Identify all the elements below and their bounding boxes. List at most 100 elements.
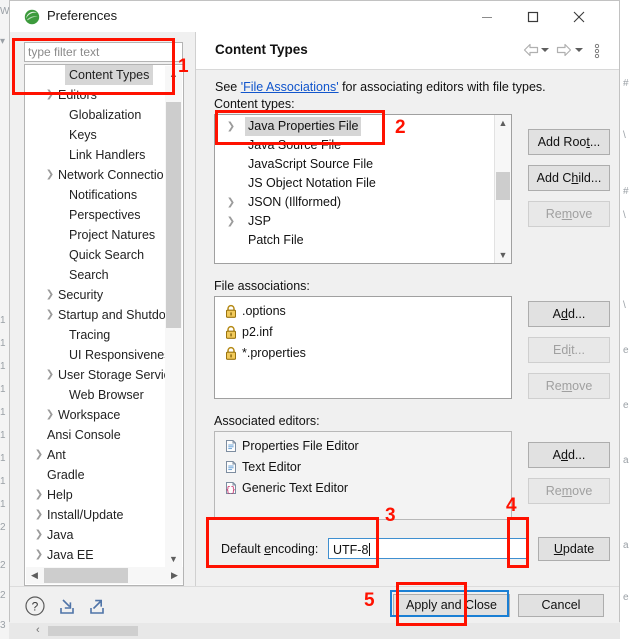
content-type-row[interactable]: JS Object Notation File <box>215 174 495 193</box>
associated-editor-row[interactable]: Properties File Editor <box>215 436 505 457</box>
sidebar-item-content-types[interactable]: Content Types <box>25 65 166 85</box>
sidebar-item-install-update[interactable]: ❯ Install/Update <box>25 505 166 525</box>
chevron-right-icon[interactable]: ❯ <box>33 545 45 565</box>
sidebar-item-network-connectio[interactable]: ❯ Network Connectio <box>25 165 166 185</box>
file-associations-add-button[interactable]: Add... <box>528 301 610 327</box>
file-association-row[interactable]: .options <box>215 301 505 322</box>
filter-input[interactable]: type filter text <box>24 42 183 62</box>
sidebar-item-keys[interactable]: Keys <box>25 125 166 145</box>
sidebar-item-link-handlers[interactable]: Link Handlers <box>25 145 166 165</box>
chevron-right-icon[interactable]: ❯ <box>44 365 56 385</box>
content-types-add-root-button[interactable]: Add Root... <box>528 129 610 155</box>
chevron-right-icon[interactable]: ❯ <box>44 305 56 325</box>
back-arrow-icon <box>523 43 539 57</box>
associated-editor-row[interactable]: {} Generic Text Editor <box>215 478 505 499</box>
chevron-right-icon[interactable]: ❯ <box>225 117 237 136</box>
import-button[interactable] <box>56 595 78 620</box>
sidebar-item-ui-responsiveness[interactable]: UI Responsiveness <box>25 345 166 365</box>
sidebar-item-label: Keys <box>69 128 97 142</box>
sidebar-item-ansi-console[interactable]: Ansi Console <box>25 425 166 445</box>
content-type-row[interactable]: JavaScript Source File <box>215 155 495 174</box>
scrollbar-thumb[interactable] <box>496 172 510 200</box>
sidebar-item-java-ee[interactable]: ❯ Java EE <box>25 545 166 565</box>
scrollbar-thumb[interactable] <box>166 102 181 328</box>
file-association-row[interactable]: p2.inf <box>215 322 505 343</box>
back-button[interactable] <box>523 43 539 60</box>
associated-editors-add-button[interactable]: Add... <box>528 442 610 468</box>
sidebar-item-startup-and-shutdo[interactable]: ❯ Startup and Shutdo <box>25 305 166 325</box>
scroll-right-icon[interactable]: ▶ <box>166 567 183 584</box>
description-prefix: See <box>215 80 241 94</box>
maximize-button[interactable] <box>510 1 556 32</box>
content-type-row[interactable]: Patch File <box>215 231 495 250</box>
export-button[interactable] <box>86 595 108 620</box>
associated-editors-listbox[interactable]: Properties File Editor Text Editor {} Gener… <box>214 431 512 520</box>
sidebar-item-notifications[interactable]: Notifications <box>25 185 166 205</box>
preferences-tree[interactable]: Content Types ❯ Editors Globalization Keys Li… <box>24 64 184 586</box>
associated-editor-label: Properties File Editor <box>242 439 359 453</box>
tree-vertical-scrollbar[interactable]: ▲ ▼ <box>165 66 182 568</box>
content-type-row[interactable]: ❯ JSON (Illformed) <box>215 193 495 212</box>
forward-dropdown-icon[interactable] <box>575 48 583 52</box>
sidebar-item-workspace[interactable]: ❯ Workspace <box>25 405 166 425</box>
tree-horizontal-scrollbar[interactable]: ◀ ▶ <box>26 567 183 584</box>
scroll-up-icon[interactable]: ▲ <box>495 115 511 131</box>
minimize-button[interactable] <box>464 1 510 32</box>
chevron-right-icon[interactable]: ❯ <box>33 525 45 545</box>
chevron-right-icon[interactable]: ❯ <box>44 285 56 305</box>
sidebar-item-java[interactable]: ❯ Java <box>25 525 166 545</box>
chevron-right-icon[interactable]: ❯ <box>44 165 56 185</box>
chevron-right-icon[interactable]: ❯ <box>33 505 45 525</box>
sidebar-item-project-natures[interactable]: Project Natures <box>25 225 166 245</box>
scroll-down-icon[interactable]: ▼ <box>495 247 511 263</box>
scroll-up-icon[interactable]: ▲ <box>165 66 182 83</box>
update-button[interactable]: Update <box>538 537 610 561</box>
sidebar-item-tracing[interactable]: Tracing <box>25 325 166 345</box>
sidebar-item-label: Globalization <box>69 108 142 122</box>
sidebar-item-quick-search[interactable]: Quick Search <box>25 245 166 265</box>
forward-button[interactable] <box>556 43 572 60</box>
file-associations-link[interactable]: 'File Associations' <box>241 80 339 94</box>
scroll-left-icon[interactable]: ◀ <box>26 567 43 584</box>
content-types-add-child-button[interactable]: Add Child... <box>528 165 610 191</box>
default-encoding-input[interactable]: UTF-8 <box>328 538 528 559</box>
sidebar-item-security[interactable]: ❯ Security <box>25 285 166 305</box>
sidebar-item-web-browser[interactable]: Web Browser <box>25 385 166 405</box>
sidebar-item-editors[interactable]: ❯ Editors <box>25 85 166 105</box>
cancel-button[interactable]: Cancel <box>518 594 604 617</box>
sidebar-item-perspectives[interactable]: Perspectives <box>25 205 166 225</box>
sidebar-item-gradle[interactable]: Gradle <box>25 465 166 485</box>
scroll-down-icon[interactable]: ▼ <box>165 551 182 568</box>
chevron-right-icon[interactable]: ❯ <box>33 445 45 465</box>
content-types-listbox[interactable]: ❯ Java Properties File Java Source File Jav… <box>214 114 512 264</box>
sidebar-item-search[interactable]: Search <box>25 265 166 285</box>
bg-glyph: \ <box>623 210 626 221</box>
file-association-label: *.properties <box>242 346 306 360</box>
lock-icon <box>224 346 239 361</box>
help-button[interactable]: ? <box>24 595 46 620</box>
bg-glyph: e <box>623 345 629 356</box>
content-type-row[interactable]: ❯ JSP <box>215 212 495 231</box>
chevron-right-icon[interactable]: ❯ <box>44 405 56 425</box>
content-types-scrollbar[interactable]: ▲ ▼ <box>494 115 511 263</box>
sidebar-item-user-storage-servic[interactable]: ❯ User Storage Servic <box>25 365 166 385</box>
content-type-label: JSON (Illformed) <box>248 195 342 209</box>
apply-and-close-button[interactable]: Apply and Close <box>393 594 510 617</box>
sidebar-item-help[interactable]: ❯ Help <box>25 485 166 505</box>
content-type-row[interactable]: Java Source File <box>215 136 495 155</box>
sidebar-item-ant[interactable]: ❯ Ant <box>25 445 166 465</box>
chevron-right-icon[interactable]: ❯ <box>225 212 237 231</box>
chevron-right-icon[interactable]: ❯ <box>33 485 45 505</box>
view-menu-button[interactable] <box>594 43 600 62</box>
chevron-right-icon[interactable]: ❯ <box>44 85 56 105</box>
close-button[interactable] <box>556 1 602 32</box>
file-association-row[interactable]: *.properties <box>215 343 505 364</box>
scrollbar-thumb-horizontal[interactable] <box>44 568 128 583</box>
sidebar-item-globalization[interactable]: Globalization <box>25 105 166 125</box>
page-description: See 'File Associations' for associating … <box>215 80 546 94</box>
associated-editor-row[interactable]: Text Editor <box>215 457 505 478</box>
file-associations-listbox[interactable]: .options p2.inf *.properties <box>214 296 512 399</box>
content-type-row[interactable]: ❯ Java Properties File <box>215 117 495 136</box>
back-dropdown-icon[interactable] <box>541 48 549 52</box>
chevron-right-icon[interactable]: ❯ <box>225 193 237 212</box>
